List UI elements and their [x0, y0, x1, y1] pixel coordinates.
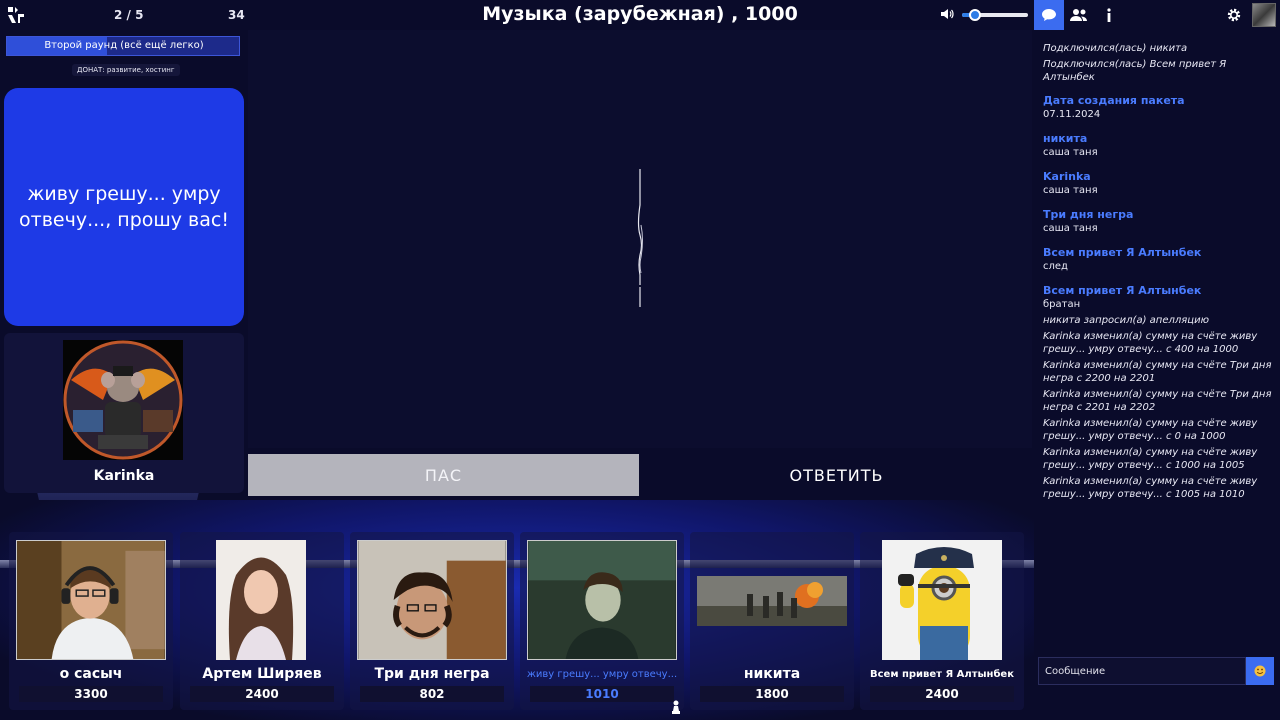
player-name: Артем Ширяев [202, 666, 322, 682]
player-card-active[interactable]: живу грешу... умру отвечу... 1010 [520, 532, 684, 710]
player-avatar [697, 576, 847, 626]
emoji-icon [1254, 665, 1266, 677]
player-camera [16, 540, 166, 660]
player-card[interactable]: о сасыч 3300 [9, 532, 173, 710]
chat-log[interactable]: Подключился(лась) никита Подключился(лась… [1043, 42, 1275, 504]
showman-card: Karinka [4, 333, 244, 493]
chat-message-text: саша таня [1043, 147, 1098, 158]
chat-icon [1042, 9, 1056, 21]
chat-message-text: саша таня [1043, 185, 1098, 196]
chat-system-message: Karinka изменил(а) сумму на счёте живу г… [1043, 476, 1258, 500]
chat-message-author: никита [1043, 132, 1088, 145]
gear-icon[interactable] [1226, 7, 1242, 23]
showman-name: Karinka [93, 468, 155, 484]
chat-system-message: Karinka изменил(а) сумму на счёте живу г… [1043, 447, 1258, 471]
chat-input[interactable] [1038, 657, 1246, 685]
player-camera [527, 540, 677, 660]
chat-message-author: Три дня негра [1043, 208, 1134, 221]
chat-message-author: Всем привет Я Алтынбек [1043, 284, 1202, 297]
chat-message-text: братан [1043, 299, 1081, 310]
chat-system-message: Karinka изменил(а) сумму на счёте Три дн… [1043, 389, 1272, 413]
chat-system-message: никита запросил(а) апелляцию [1043, 315, 1209, 326]
chat-message-text: след [1043, 261, 1068, 272]
pawn-icon [672, 700, 680, 714]
player-name: Три дня негра [374, 666, 490, 682]
tab-players[interactable] [1064, 0, 1094, 30]
player-card[interactable]: Три дня негра 802 [350, 532, 514, 710]
players-icon [1070, 9, 1087, 21]
chat-message-author: Дата создания пакета [1043, 94, 1185, 107]
tab-info[interactable] [1094, 0, 1124, 30]
player-score: 2400 [190, 686, 334, 702]
volume-knob[interactable] [969, 9, 982, 21]
pass-button[interactable]: ПАС [248, 454, 639, 496]
showman-avatar [63, 340, 183, 460]
top-bar: 2 / 5 34 Музыка (зарубежная) , 1000 [0, 0, 1280, 30]
player-card[interactable]: Артем Ширяев 2400 [180, 532, 344, 710]
player-card[interactable]: Всем привет Я Алтынбек 2400 [860, 532, 1024, 710]
question-card: живу грешу... умру отвечу..., прошу вас! [4, 88, 244, 326]
chat-system-message: Karinka изменил(а) сумму на счёте живу г… [1043, 331, 1258, 355]
player-name: Всем привет Я Алтынбек [870, 669, 1014, 680]
audio-waveform [637, 169, 643, 307]
volume-icon[interactable] [940, 7, 954, 21]
emoji-button[interactable] [1246, 657, 1274, 685]
theme-title: Музыка (зарубежная) , 1000 [482, 3, 798, 25]
player-card[interactable]: никита 1800 [690, 532, 854, 710]
timer: 34 [228, 8, 245, 22]
chat-message-author: Karinka [1043, 170, 1091, 183]
player-avatar [216, 540, 306, 660]
user-avatar[interactable] [1252, 3, 1276, 27]
info-icon [1107, 8, 1111, 22]
chat-message-author: Всем привет Я Алтынбек [1043, 246, 1202, 259]
logo-icon[interactable] [6, 5, 26, 25]
player-score: 802 [360, 686, 504, 702]
player-avatar [882, 540, 1002, 660]
round-progress-bar: Второй раунд (всё ещё легко) [6, 36, 240, 56]
player-name: о сасыч [59, 666, 123, 682]
chat-message-text: саша таня [1043, 223, 1098, 234]
chat-panel: Подключился(лась) никита Подключился(лась… [1034, 30, 1280, 720]
player-name: никита [743, 666, 801, 682]
donate-link[interactable]: ДОНАТ: развитие, хостинг [72, 64, 180, 76]
chat-system-message: Karinka изменил(а) сумму на счёте живу г… [1043, 418, 1258, 442]
player-score: 3300 [19, 686, 163, 702]
chat-system-message: Karinka изменил(а) сумму на счёте Три дн… [1043, 360, 1272, 384]
round-counter: 2 / 5 [114, 8, 144, 22]
chat-message-text: 07.11.2024 [1043, 109, 1101, 120]
tab-chat[interactable] [1034, 0, 1064, 30]
round-title: Второй раунд (всё ещё легко) [44, 40, 204, 51]
player-score: 1010 [530, 686, 674, 702]
player-score: 1800 [700, 686, 844, 702]
question-text: живу грешу... умру отвечу..., прошу вас! [19, 183, 229, 231]
player-name: живу грешу... умру отвечу... [526, 669, 678, 680]
chat-system-message: Подключился(лась) Всем привет Я Алтынбек [1043, 59, 1227, 83]
player-score: 2400 [870, 686, 1014, 702]
chat-system-message: Подключился(лась) никита [1043, 43, 1188, 54]
answer-button[interactable]: ОТВЕТИТЬ [641, 454, 1032, 496]
player-camera [357, 540, 507, 660]
volume-slider[interactable] [962, 9, 1028, 21]
